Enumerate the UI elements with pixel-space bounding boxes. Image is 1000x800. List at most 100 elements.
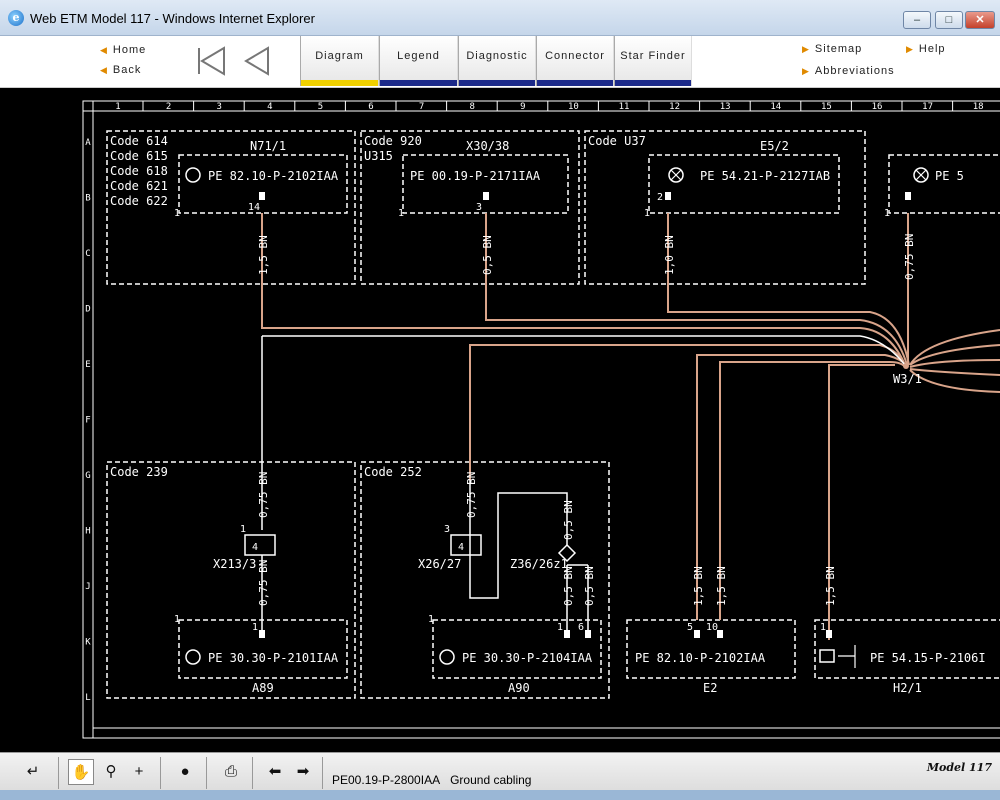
return-button[interactable]: ↵	[20, 759, 46, 785]
wire-label: 0,5 BN	[583, 566, 596, 606]
code-box-e5	[584, 130, 866, 285]
component-x30	[402, 154, 569, 214]
row-label: D	[85, 305, 90, 315]
pe-reference[interactable]: PE 30.30-P-2101IAA	[208, 651, 339, 665]
svg-text:3: 3	[444, 524, 450, 535]
component-name: A89	[252, 681, 274, 695]
pe-reference[interactable]: PE 54.21-P-2127IAB	[700, 169, 830, 183]
pe-reference[interactable]: PE 30.30-P-2104IAA	[462, 651, 593, 665]
code-label: Code 920	[364, 134, 422, 148]
row-label: L	[85, 693, 90, 703]
abbreviations-link[interactable]: ▶ Abbreviations	[802, 65, 895, 77]
pe-reference[interactable]: PE 82.10-P-2102IAA	[635, 651, 766, 665]
minimize-icon: –	[913, 14, 921, 26]
component-name: H2/1	[893, 681, 922, 695]
svg-text:1: 1	[820, 622, 826, 633]
back-link[interactable]: ◀ Back	[100, 64, 141, 76]
wire-e2b-bundle	[719, 361, 907, 620]
wire-label: 0,5 BN	[481, 235, 494, 275]
code-label: Code 618	[110, 164, 168, 178]
pe-reference[interactable]: PE 82.10-P-2102IAA	[208, 169, 339, 183]
svg-text:2: 2	[657, 192, 663, 203]
svg-text:5: 5	[687, 622, 693, 633]
bullet-icon: ▶	[802, 66, 810, 76]
row-label: A	[85, 138, 91, 148]
svg-text:1: 1	[240, 524, 246, 535]
svg-text:10: 10	[706, 622, 718, 633]
maximize-icon: □	[945, 14, 953, 26]
previous-page-icon[interactable]	[242, 46, 272, 76]
svg-text:1: 1	[398, 208, 404, 219]
pe-reference[interactable]: PE 5	[935, 169, 964, 183]
column-label: 16	[872, 102, 883, 112]
svg-text:1: 1	[644, 208, 650, 219]
tab-star-finder[interactable]: Star Finder	[614, 36, 692, 86]
bundle-label: W3/1	[893, 372, 922, 386]
code-label: U315	[364, 149, 393, 163]
svg-text:6: 6	[578, 622, 584, 633]
motor-icon	[185, 649, 201, 665]
column-label: 15	[821, 102, 832, 112]
wire-x30-bundle	[485, 213, 908, 366]
column-label: 9	[520, 102, 525, 112]
column-label: 10	[568, 102, 579, 112]
wire-label: 1,5 BN	[257, 235, 270, 275]
maximize-button[interactable]: □	[935, 11, 963, 29]
browser-window: e Web ETM Model 117 - Windows Internet E…	[0, 0, 1000, 800]
tab-diagnostic[interactable]: Diagnostic	[458, 36, 536, 86]
code-label: Code 239	[110, 465, 168, 479]
bullet-icon: ◀	[100, 65, 108, 75]
crosshair-button[interactable]: +	[126, 759, 152, 785]
connector-label: X213/3	[213, 557, 256, 571]
column-label: 6	[368, 102, 373, 112]
svg-text:1: 1	[428, 614, 434, 625]
window-title: Web ETM Model 117 - Windows Internet Exp…	[30, 11, 315, 26]
wire-label: 0,75 BN	[257, 472, 270, 518]
connector-label: X26/27	[418, 557, 461, 571]
close-button[interactable]: ✕	[965, 11, 995, 29]
minimize-button[interactable]: –	[903, 11, 931, 29]
first-page-icon[interactable]	[196, 46, 228, 76]
wire-h2-bundle	[828, 364, 895, 640]
column-label: 7	[419, 102, 424, 112]
diagram-frame	[82, 100, 1000, 739]
row-label: F	[85, 416, 90, 426]
svg-text:1: 1	[174, 208, 180, 219]
wire-label: 1,5 BN	[692, 566, 705, 606]
component-a89	[178, 619, 348, 679]
tab-diagram[interactable]: Diagram	[300, 36, 379, 86]
connector-label: Z36/26z1	[510, 557, 568, 571]
forward-button[interactable]: ➡	[290, 759, 316, 785]
code-box-x30	[360, 130, 580, 285]
tab-connector[interactable]: Connector	[536, 36, 614, 86]
print-icon: ⎙	[224, 763, 237, 780]
code-label: Code 622	[110, 194, 168, 208]
windows-taskbar	[0, 790, 1000, 800]
wiring-diagram[interactable]: 1 2 3 4 5 6 7 8 9 10 11 12 13 14 15 16 17 18 ABCDEFGHJKL	[0, 88, 1000, 752]
pe-reference[interactable]: PE 00.19-P-2171IAA	[410, 169, 541, 183]
zoom-button[interactable]: ⚲	[98, 759, 124, 785]
component-name: A90	[508, 681, 530, 695]
home-link[interactable]: ◀ Home	[100, 44, 146, 56]
code-label: Code 252	[364, 465, 422, 479]
column-label: 2	[166, 102, 171, 112]
hand-tool-button[interactable]: ✋	[68, 759, 94, 785]
print-button[interactable]: ⎙	[218, 759, 244, 785]
pe-reference[interactable]: PE 54.15-P-2106I	[870, 651, 986, 665]
help-link[interactable]: ▶ Help	[906, 43, 946, 55]
wire-label: 0,75 BN	[903, 234, 916, 280]
back-button[interactable]: ⬅	[262, 759, 288, 785]
svg-text:1: 1	[252, 622, 258, 633]
wire-label: 1,5 BN	[824, 566, 837, 606]
return-icon: ↵	[26, 763, 40, 780]
sitemap-link[interactable]: ▶ Sitemap	[802, 43, 862, 55]
hint-button[interactable]: ●	[172, 759, 198, 785]
tab-legend[interactable]: Legend	[379, 36, 458, 86]
wire-label: 0,75 BN	[465, 472, 478, 518]
row-label: K	[85, 638, 91, 648]
svg-text:4: 4	[252, 542, 258, 553]
code-label: Code 615	[110, 149, 168, 163]
component-h2	[814, 619, 1000, 679]
document-reference: PE00.19-P-2800IAA Ground cabling	[332, 773, 532, 787]
arrow-right-icon: ➡	[296, 763, 310, 780]
